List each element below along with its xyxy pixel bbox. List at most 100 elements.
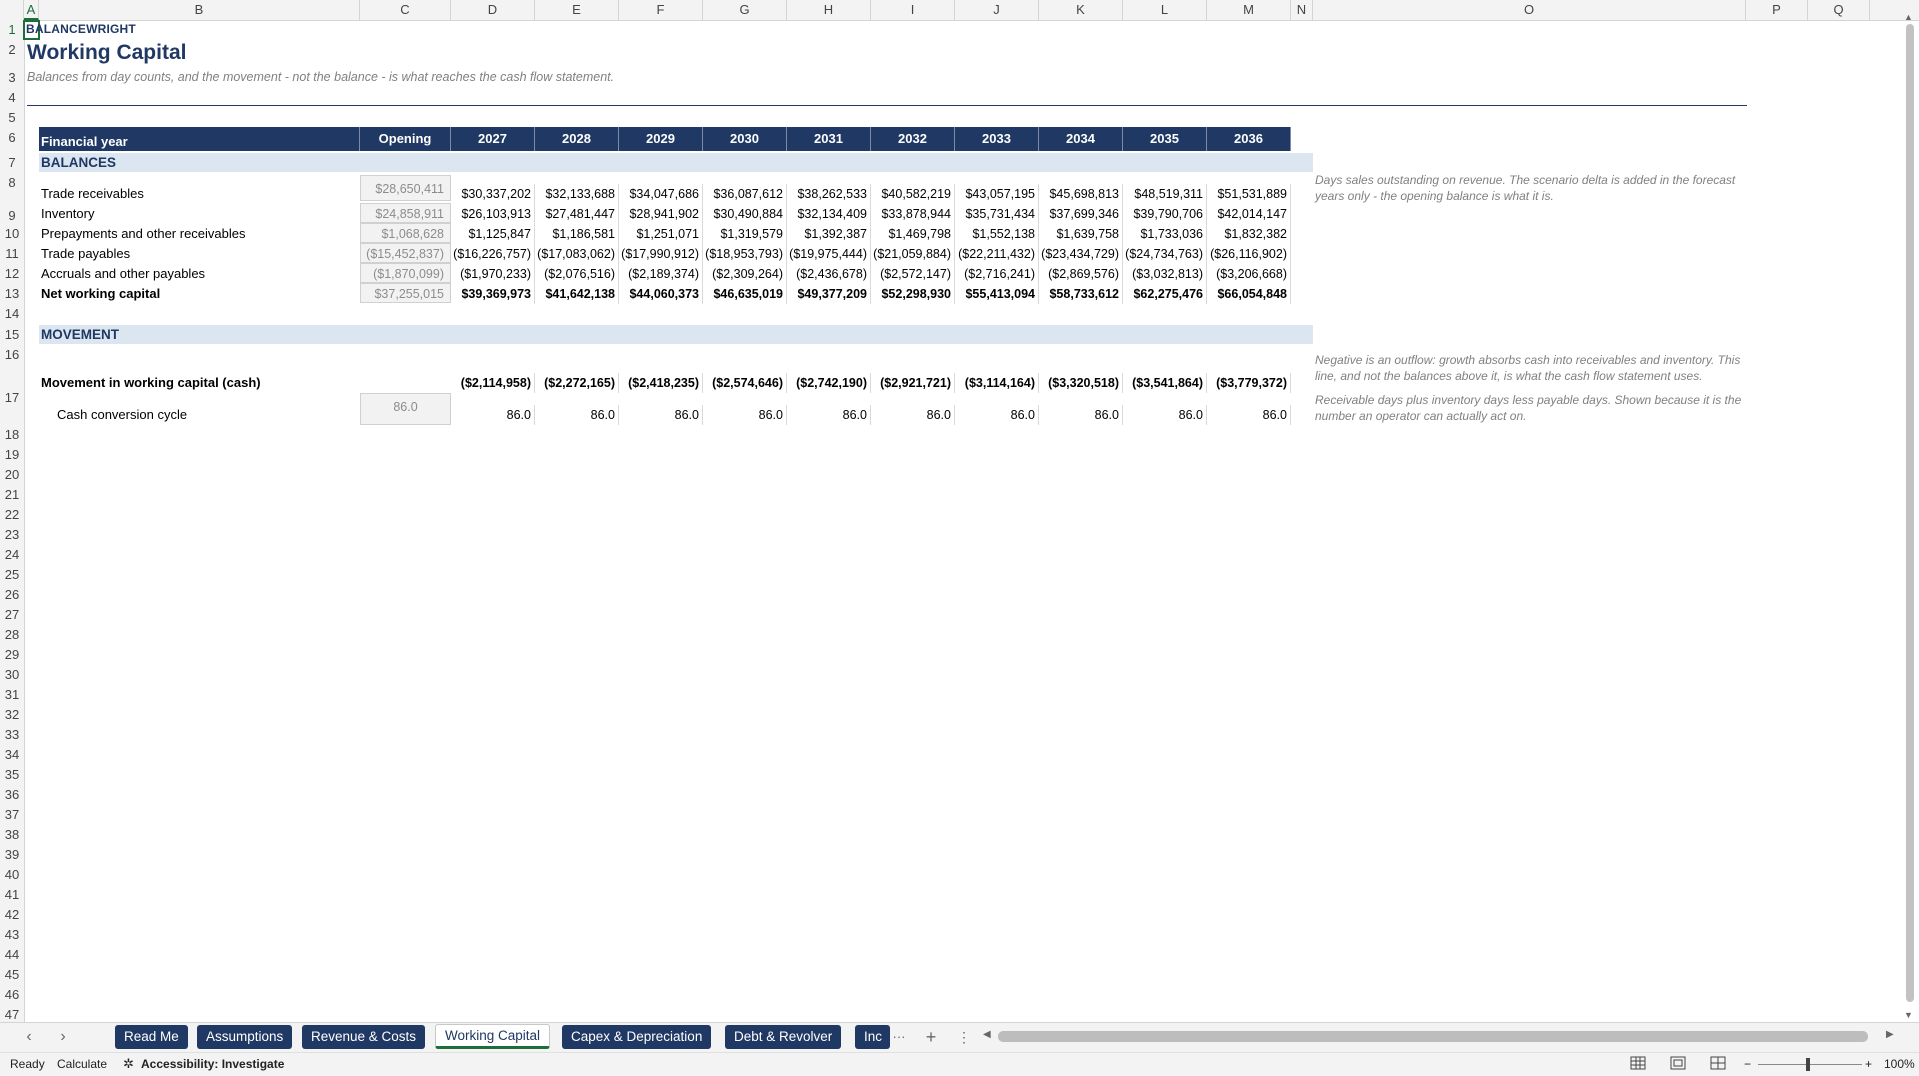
table-cell[interactable]: ($19,975,444)	[787, 244, 871, 264]
row-label[interactable]: Net working capital	[41, 285, 160, 303]
table-cell[interactable]: ($3,114,164)	[955, 373, 1039, 393]
row-header-10[interactable]: 10	[0, 226, 24, 241]
table-cell[interactable]: ($2,076,516)	[535, 264, 619, 284]
table-cell[interactable]: ($3,032,813)	[1123, 264, 1207, 284]
row-header-26[interactable]: 26	[0, 587, 24, 602]
row-header-47[interactable]: 47	[0, 1007, 24, 1022]
opening-value[interactable]: $37,255,015	[360, 283, 451, 303]
horizontal-scrollbar[interactable]	[998, 1031, 1868, 1042]
table-cell[interactable]: $39,369,973	[451, 284, 535, 304]
table-cell[interactable]: $26,103,913	[451, 204, 535, 224]
row-header-23[interactable]: 23	[0, 527, 24, 542]
row-header-31[interactable]: 31	[0, 687, 24, 702]
table-cell[interactable]: $46,635,019	[703, 284, 787, 304]
table-cell[interactable]: $49,377,209	[787, 284, 871, 304]
next-sheet-icon[interactable]: ›	[52, 1025, 74, 1049]
table-cell[interactable]: $1,251,071	[619, 224, 703, 244]
row-header-18[interactable]: 18	[0, 427, 24, 442]
table-cell[interactable]: $44,060,373	[619, 284, 703, 304]
row-header-12[interactable]: 12	[0, 266, 24, 281]
more-sheets-icon[interactable]: ···	[888, 1025, 910, 1049]
row-header-16[interactable]: 16	[0, 347, 24, 362]
row-header-4[interactable]: 4	[0, 90, 24, 105]
select-all-corner[interactable]	[0, 0, 24, 20]
table-cell[interactable]: ($2,272,165)	[535, 373, 619, 393]
normal-view-icon[interactable]	[1630, 1056, 1646, 1073]
table-cell[interactable]: ($2,114,958)	[451, 373, 535, 393]
row-header-34[interactable]: 34	[0, 747, 24, 762]
table-cell[interactable]: ($3,779,372)	[1207, 373, 1291, 393]
column-header-i[interactable]: I	[871, 0, 955, 20]
table-cell[interactable]: $1,552,138	[955, 224, 1039, 244]
row-label[interactable]: Trade receivables	[41, 185, 144, 203]
table-cell[interactable]: ($2,869,576)	[1039, 264, 1123, 284]
row-header-11[interactable]: 11	[0, 246, 24, 261]
table-cell[interactable]: ($2,309,264)	[703, 264, 787, 284]
zoom-level[interactable]: 100%	[1884, 1057, 1915, 1071]
table-cell[interactable]: ($22,211,432)	[955, 244, 1039, 264]
hscroll-left-icon[interactable]: ◀	[983, 1029, 991, 1040]
column-header-q[interactable]: Q	[1808, 0, 1870, 20]
table-cell[interactable]: ($17,083,062)	[535, 244, 619, 264]
zoom-slider[interactable]	[1758, 1064, 1862, 1065]
section-movement[interactable]: MOVEMENT	[39, 325, 1313, 344]
column-header-j[interactable]: J	[955, 0, 1039, 20]
row-header-6[interactable]: 6	[0, 130, 24, 145]
row-header-36[interactable]: 36	[0, 787, 24, 802]
row-header-37[interactable]: 37	[0, 807, 24, 822]
table-cell[interactable]: ($21,059,884)	[871, 244, 955, 264]
header-opening[interactable]: Opening	[360, 127, 451, 151]
header-year[interactable]: 2029	[619, 127, 703, 151]
table-cell[interactable]: ($3,320,518)	[1039, 373, 1123, 393]
row-header-45[interactable]: 45	[0, 967, 24, 982]
opening-value[interactable]: ($15,452,837)	[360, 243, 451, 263]
column-header-d[interactable]: D	[451, 0, 535, 20]
column-header-f[interactable]: F	[619, 0, 703, 20]
column-header-a[interactable]: A	[24, 0, 39, 20]
table-cell[interactable]: 86.0	[451, 405, 535, 425]
row-header-32[interactable]: 32	[0, 707, 24, 722]
column-header-b[interactable]: B	[39, 0, 360, 20]
table-cell[interactable]: ($3,206,668)	[1207, 264, 1291, 284]
column-header-n[interactable]: N	[1291, 0, 1313, 20]
row-header-14[interactable]: 14	[0, 306, 24, 321]
table-cell[interactable]: $37,699,346	[1039, 204, 1123, 224]
row-header-19[interactable]: 19	[0, 447, 24, 462]
calculate-button[interactable]: Calculate	[57, 1057, 107, 1071]
header-financial-year[interactable]: Financial year	[39, 127, 360, 151]
table-cell[interactable]: $41,642,138	[535, 284, 619, 304]
zoom-in-icon[interactable]: +	[1865, 1057, 1872, 1071]
table-cell[interactable]: ($18,953,793)	[703, 244, 787, 264]
sheet-tab[interactable]: Assumptions	[197, 1025, 293, 1049]
table-cell[interactable]: $48,519,311	[1123, 184, 1207, 204]
table-cell[interactable]: $40,582,219	[871, 184, 955, 204]
row-header-29[interactable]: 29	[0, 647, 24, 662]
column-header-p[interactable]: P	[1746, 0, 1808, 20]
row-header-7[interactable]: 7	[0, 155, 24, 170]
opening-value[interactable]: $28,650,411	[360, 175, 451, 201]
table-cell[interactable]: ($2,418,235)	[619, 373, 703, 393]
table-cell[interactable]: $1,125,847	[451, 224, 535, 244]
row-header-25[interactable]: 25	[0, 567, 24, 582]
table-cell[interactable]: ($2,574,646)	[703, 373, 787, 393]
table-cell[interactable]: 86.0	[871, 405, 955, 425]
column-header-l[interactable]: L	[1123, 0, 1207, 20]
table-cell[interactable]: ($2,921,721)	[871, 373, 955, 393]
sheet-tab[interactable]: Working Capital	[435, 1024, 551, 1049]
row-header-40[interactable]: 40	[0, 867, 24, 882]
row-header-27[interactable]: 27	[0, 607, 24, 622]
opening-value[interactable]: $24,858,911	[360, 203, 451, 223]
table-cell[interactable]: $45,698,813	[1039, 184, 1123, 204]
row-label[interactable]: Cash conversion cycle	[57, 406, 187, 424]
table-cell[interactable]: $32,133,688	[535, 184, 619, 204]
row-label[interactable]: Accruals and other payables	[41, 265, 205, 283]
row-label[interactable]: Trade payables	[41, 245, 130, 263]
column-header-g[interactable]: G	[703, 0, 787, 20]
table-cell[interactable]: $39,790,706	[1123, 204, 1207, 224]
table-cell[interactable]: $27,481,447	[535, 204, 619, 224]
table-cell[interactable]: $51,531,889	[1207, 184, 1291, 204]
table-cell[interactable]: ($2,716,241)	[955, 264, 1039, 284]
accessibility-status[interactable]: Accessibility: Investigate	[141, 1057, 284, 1071]
section-balances[interactable]: BALANCES	[39, 153, 1313, 172]
row-header-20[interactable]: 20	[0, 467, 24, 482]
